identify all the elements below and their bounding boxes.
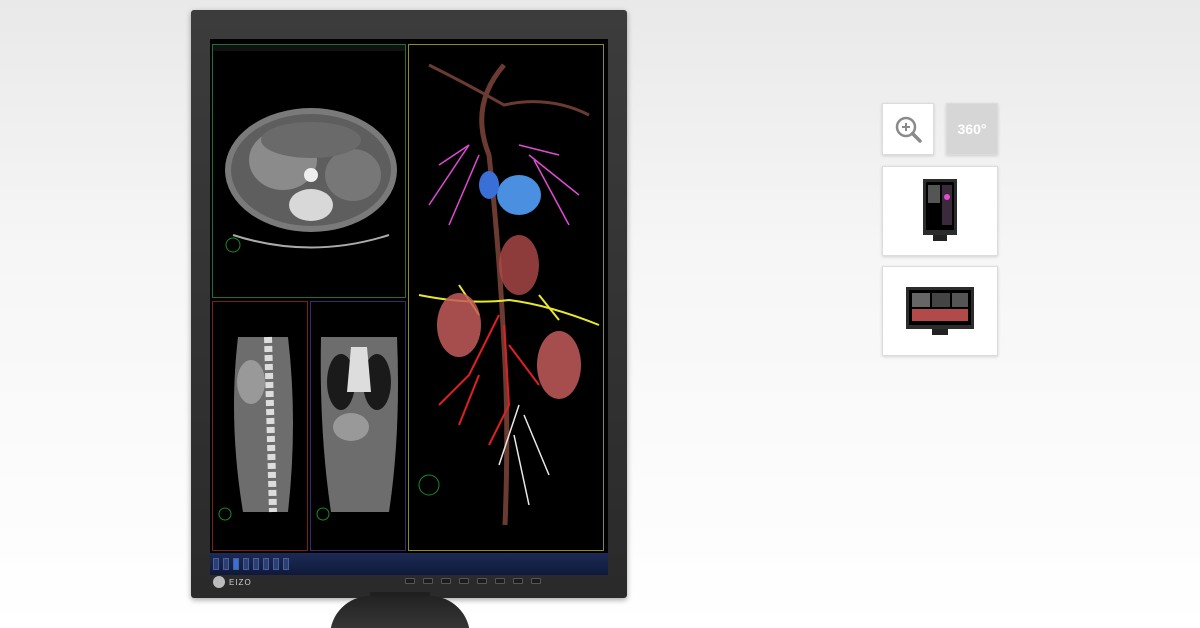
monitor-screen (210, 39, 608, 575)
coronal-ct-viewport (310, 301, 406, 551)
coronal-ct-image (316, 337, 398, 521)
taskbar-item (253, 558, 259, 570)
thumbnail-portrait-monitor[interactable] (882, 166, 998, 256)
screen-taskbar (210, 553, 608, 575)
brand-logo-mark (213, 576, 225, 588)
sagittal-ct-image (218, 336, 293, 521)
portrait-monitor-thumbnail (923, 179, 957, 241)
brand-logo-text: EIZO (229, 577, 252, 587)
landscape-monitor-thumbnail (906, 287, 974, 335)
monitor-button (513, 578, 523, 584)
taskbar-item (213, 558, 219, 570)
thumbnail-landscape-monitor[interactable] (882, 266, 998, 356)
zoom-button[interactable] (882, 103, 934, 155)
taskbar-item-active (233, 558, 239, 570)
monitor-button (423, 578, 433, 584)
rotate-360-button[interactable]: 360° (946, 103, 998, 155)
monitor-button (495, 578, 505, 584)
monitor-front-buttons (405, 578, 541, 584)
vascular-3d-render (418, 63, 600, 526)
axial-ct-image (225, 108, 397, 253)
monitor-product-image: EIZO (191, 10, 627, 598)
vascular-3d-render-viewport (408, 44, 604, 551)
taskbar-item (263, 558, 269, 570)
monitor-button (477, 578, 487, 584)
monitor-button (531, 578, 541, 584)
monitor-stand (330, 596, 470, 628)
brand-logo: EIZO (213, 575, 252, 589)
taskbar-item (283, 558, 289, 570)
axial-ct-viewport (212, 44, 406, 298)
taskbar-item (243, 558, 249, 570)
taskbar-item (223, 558, 229, 570)
monitor-button (441, 578, 451, 584)
sagittal-ct-viewport (212, 301, 308, 551)
monitor-button (405, 578, 415, 584)
zoom-in-icon (895, 116, 922, 143)
taskbar-item (273, 558, 279, 570)
monitor-button (459, 578, 469, 584)
rotate-360-icon: 360° (957, 121, 987, 137)
